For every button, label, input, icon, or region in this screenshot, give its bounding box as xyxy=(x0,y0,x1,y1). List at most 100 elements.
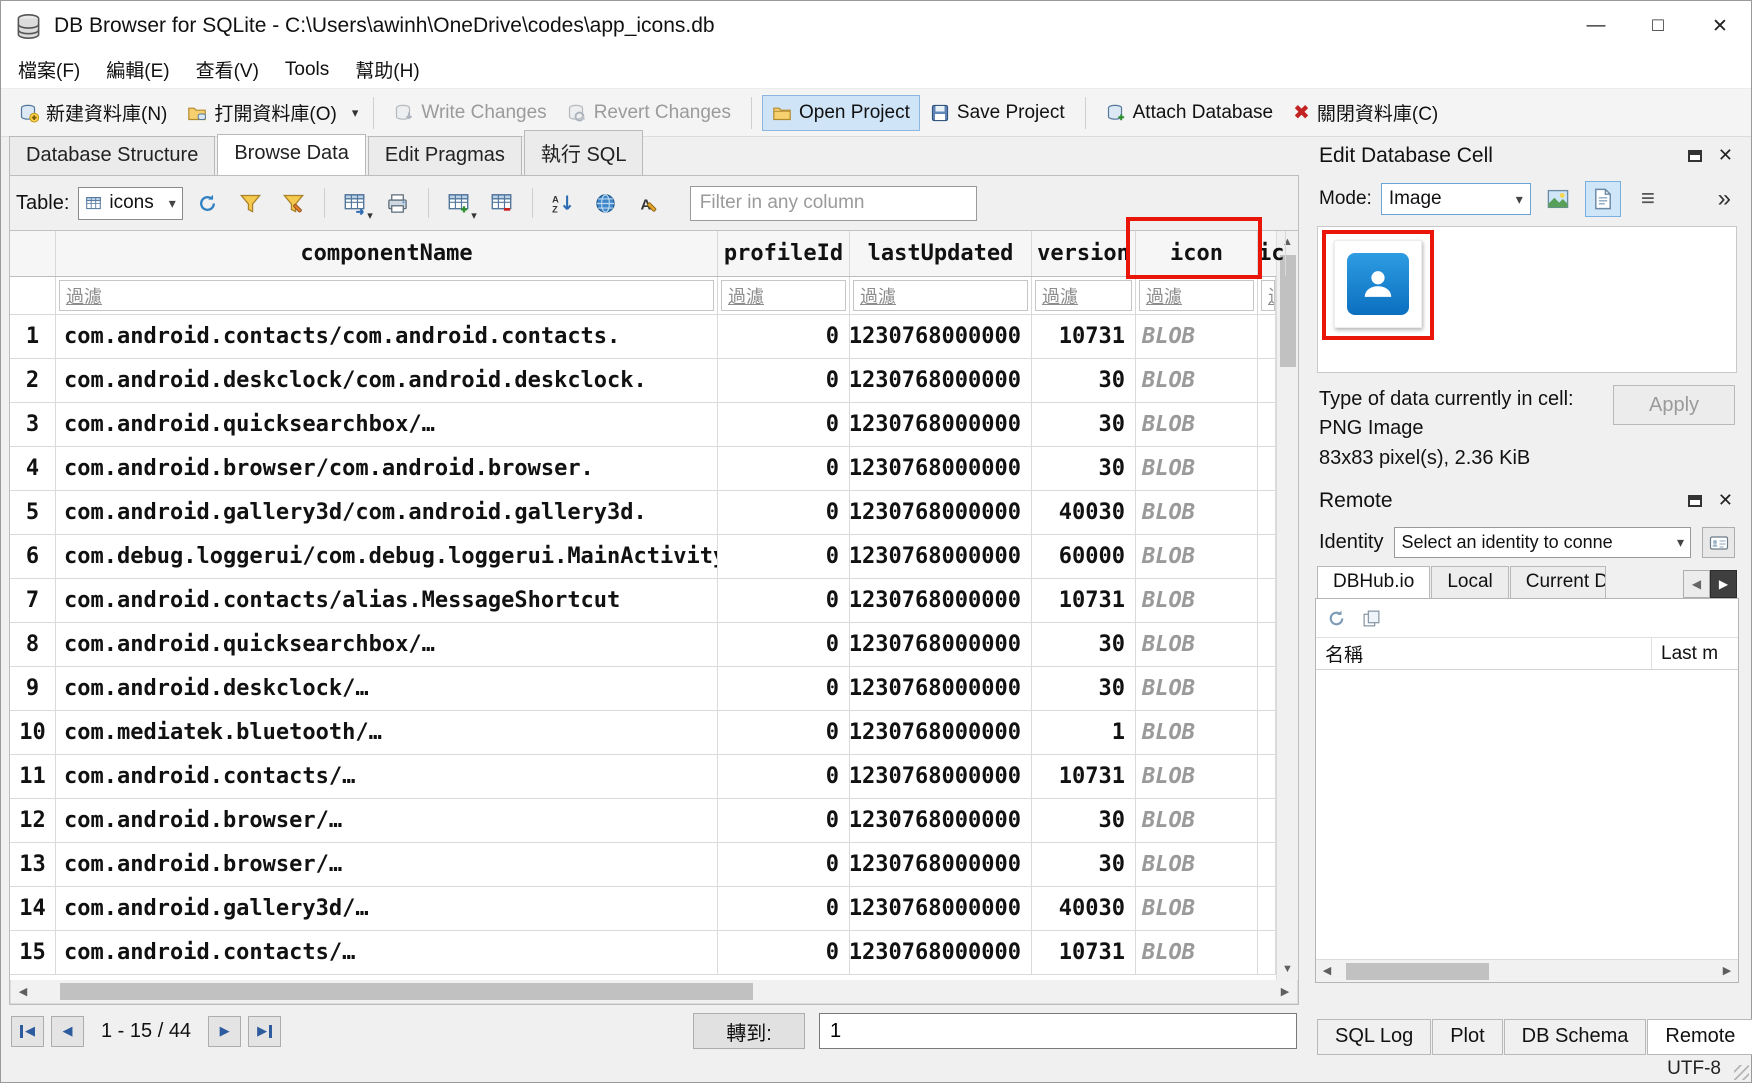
menu-item[interactable]: 編輯(E) xyxy=(93,51,182,88)
scroll-down-icon[interactable]: ▼ xyxy=(1277,958,1298,980)
column-header-lastUpdated[interactable]: lastUpdated xyxy=(850,231,1032,276)
refresh-button[interactable] xyxy=(190,185,226,221)
filter-any-column-input[interactable] xyxy=(690,186,977,221)
cell-profileId[interactable]: 0 xyxy=(718,755,850,798)
next-page-button[interactable]: ▶ xyxy=(208,1016,241,1047)
cell-icon-blob[interactable]: BLOB xyxy=(1136,403,1258,446)
filter-input[interactable]: 過濾 xyxy=(853,280,1028,311)
table-row[interactable]: 7 com.android.contacts/alias.MessageShor… xyxy=(10,579,1276,623)
cell-profileId[interactable]: 0 xyxy=(718,447,850,490)
column-header-componentName[interactable]: componentName xyxy=(56,231,718,276)
filter-cell[interactable]: 過濾 xyxy=(718,277,850,314)
cell-version[interactable]: 30 xyxy=(1032,403,1136,446)
cell-version[interactable]: 30 xyxy=(1032,623,1136,666)
table-row[interactable]: 4 com.android.browser/com.android.browse… xyxy=(10,447,1276,491)
clear-filters-button[interactable] xyxy=(233,185,269,221)
tab-remote[interactable]: Remote xyxy=(1647,1019,1752,1055)
cell-partial[interactable] xyxy=(1258,359,1276,402)
cell-icon-blob[interactable]: BLOB xyxy=(1136,667,1258,710)
cell-icon-blob[interactable]: BLOB xyxy=(1136,799,1258,842)
remote-horizontal-scrollbar[interactable]: ◀ ▶ xyxy=(1316,959,1738,982)
cell-version[interactable]: 30 xyxy=(1032,359,1136,402)
encoding-button[interactable] xyxy=(588,185,624,221)
prev-page-button[interactable]: ◀ xyxy=(51,1016,84,1047)
cell-componentName[interactable]: com.android.contacts/… xyxy=(56,755,718,798)
scroll-right-icon[interactable]: ▶ xyxy=(1273,981,1297,1003)
write-changes-button[interactable]: Write Changes xyxy=(384,95,556,131)
cell-version[interactable]: 10731 xyxy=(1032,315,1136,358)
table-row[interactable]: 5 com.android.gallery3d/com.android.gall… xyxy=(10,491,1276,535)
cell-partial[interactable] xyxy=(1258,799,1276,842)
row-number[interactable]: 1 xyxy=(10,315,56,358)
row-number[interactable]: 7 xyxy=(10,579,56,622)
last-page-button[interactable]: ▶ xyxy=(248,1016,281,1047)
cell-icon-blob[interactable]: BLOB xyxy=(1136,447,1258,490)
cell-partial[interactable] xyxy=(1258,579,1276,622)
cell-profileId[interactable]: 0 xyxy=(718,491,850,534)
table-row[interactable]: 11 com.android.contacts/… 0 123076800000… xyxy=(10,755,1276,799)
sort-button[interactable]: AZ xyxy=(545,185,581,221)
cell-version[interactable]: 40030 xyxy=(1032,491,1136,534)
menu-item[interactable]: 幫助(H) xyxy=(342,51,432,88)
cell-profileId[interactable]: 0 xyxy=(718,843,850,886)
cell-profileId[interactable]: 0 xyxy=(718,403,850,446)
cell-version[interactable]: 30 xyxy=(1032,447,1136,490)
tab-browse-data[interactable]: Browse Data xyxy=(217,134,366,175)
cell-icon-blob[interactable]: BLOB xyxy=(1136,315,1258,358)
remote-list-body[interactable] xyxy=(1316,670,1738,959)
close-database-button[interactable]: ✖ 關閉資料庫(C) xyxy=(1283,92,1448,133)
maximize-button[interactable]: □ xyxy=(1627,1,1689,51)
cell-icon-blob[interactable]: BLOB xyxy=(1136,579,1258,622)
cell-componentName[interactable]: com.android.browser/… xyxy=(56,843,718,886)
tab-scroll-right-button[interactable]: ▶ xyxy=(1710,570,1737,598)
row-number[interactable]: 11 xyxy=(10,755,56,798)
table-row[interactable]: 10 com.mediatek.bluetooth/… 0 1230768000… xyxy=(10,711,1276,755)
cell-icon-blob[interactable]: BLOB xyxy=(1136,359,1258,402)
first-page-button[interactable]: ◀ xyxy=(11,1016,44,1047)
cell-componentName[interactable]: com.android.browser/com.android.browser. xyxy=(56,447,718,490)
tab-scroll-left-button[interactable]: ◀ xyxy=(1683,570,1710,598)
row-number[interactable]: 12 xyxy=(10,799,56,842)
cell-partial[interactable] xyxy=(1258,667,1276,710)
cell-lastUpdated[interactable]: 1230768000000 xyxy=(850,755,1032,798)
table-row[interactable]: 13 com.android.browser/… 0 1230768000000… xyxy=(10,843,1276,887)
cell-icon-blob[interactable]: BLOB xyxy=(1136,491,1258,534)
cell-profileId[interactable]: 0 xyxy=(718,887,850,930)
close-panel-icon[interactable]: ✕ xyxy=(1718,145,1733,166)
cell-profileId[interactable]: 0 xyxy=(718,667,850,710)
cell-version[interactable]: 30 xyxy=(1032,799,1136,842)
tab-plot[interactable]: Plot xyxy=(1432,1019,1502,1055)
scroll-left-icon[interactable]: ◀ xyxy=(11,981,35,1003)
cell-icon-blob[interactable]: BLOB xyxy=(1136,887,1258,930)
cell-componentName[interactable]: com.android.gallery3d/… xyxy=(56,887,718,930)
row-number[interactable]: 9 xyxy=(10,667,56,710)
cell-version[interactable]: 10731 xyxy=(1032,579,1136,622)
cell-profileId[interactable]: 0 xyxy=(718,931,850,974)
revert-changes-button[interactable]: Revert Changes xyxy=(557,95,741,131)
clone-database-icon[interactable] xyxy=(1361,608,1382,629)
cell-profileId[interactable]: 0 xyxy=(718,579,850,622)
table-combobox[interactable]: icons ▾ xyxy=(78,187,182,220)
float-panel-icon[interactable] xyxy=(1688,150,1702,162)
horizontal-scroll-thumb[interactable] xyxy=(60,983,753,1000)
cell-version[interactable]: 40030 xyxy=(1032,887,1136,930)
table-row[interactable]: 6 com.debug.loggerui/com.debug.loggerui.… xyxy=(10,535,1276,579)
text-view-button[interactable] xyxy=(1585,181,1621,217)
cell-lastUpdated[interactable]: 1230768000000 xyxy=(850,667,1032,710)
filter-cell-partial[interactable]: 過濾 xyxy=(1258,277,1276,314)
column-header-name[interactable]: 名稱 xyxy=(1316,638,1652,669)
cell-partial[interactable] xyxy=(1258,447,1276,490)
tab-edit-pragmas[interactable]: Edit Pragmas xyxy=(368,136,522,175)
open-project-button[interactable]: Open Project xyxy=(762,95,920,131)
print-button[interactable] xyxy=(380,185,416,221)
cell-icon-blob[interactable]: BLOB xyxy=(1136,623,1258,666)
cell-profileId[interactable]: 0 xyxy=(718,535,850,578)
goto-button[interactable]: 轉到: xyxy=(693,1013,805,1049)
cell-lastUpdated[interactable]: 1230768000000 xyxy=(850,843,1032,886)
cell-version[interactable]: 30 xyxy=(1032,667,1136,710)
cell-componentName[interactable]: com.android.deskclock/… xyxy=(56,667,718,710)
mode-combobox[interactable]: Image ▾ xyxy=(1381,183,1531,215)
cell-partial[interactable] xyxy=(1258,623,1276,666)
cell-lastUpdated[interactable]: 1230768000000 xyxy=(850,799,1032,842)
cell-lastUpdated[interactable]: 1230768000000 xyxy=(850,315,1032,358)
